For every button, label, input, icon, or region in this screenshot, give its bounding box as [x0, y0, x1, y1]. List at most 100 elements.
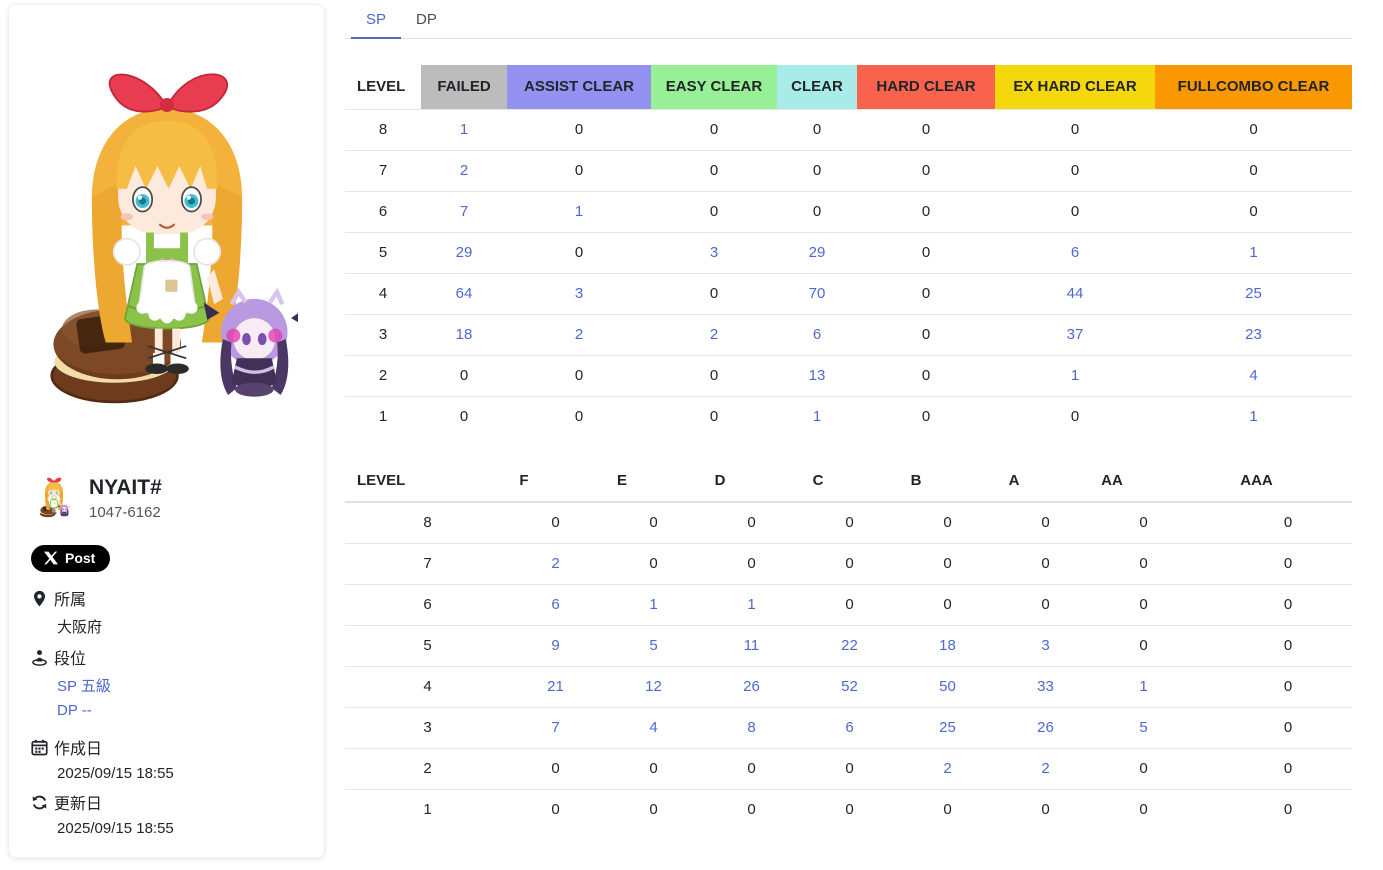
count-cell: 0 — [965, 543, 1063, 584]
count-cell[interactable]: 1 — [1063, 666, 1161, 707]
count-cell[interactable]: 1 — [671, 584, 769, 625]
count-cell[interactable]: 2 — [965, 748, 1063, 789]
count-cell: 0 — [1161, 502, 1352, 543]
count-cell[interactable]: 5 — [573, 625, 671, 666]
created-label-row: 作成日 — [31, 735, 308, 759]
count-cell: 0 — [1063, 584, 1161, 625]
count-cell[interactable]: 25 — [1155, 273, 1352, 314]
count-cell[interactable]: 33 — [965, 666, 1063, 707]
post-button-label: Post — [65, 550, 95, 566]
table-row-level-7: 720000000 — [345, 543, 1352, 584]
count-cell[interactable]: 4 — [573, 707, 671, 748]
count-cell[interactable]: 7 — [421, 191, 507, 232]
count-cell[interactable]: 9 — [475, 625, 573, 666]
count-cell[interactable]: 2 — [867, 748, 965, 789]
count-cell[interactable]: 21 — [475, 666, 573, 707]
column-header-f: F — [475, 460, 573, 502]
count-cell[interactable]: 2 — [421, 150, 507, 191]
level-cell: 1 — [345, 789, 475, 830]
count-cell[interactable]: 13 — [777, 355, 857, 396]
count-cell: 0 — [867, 543, 965, 584]
count-cell[interactable]: 26 — [671, 666, 769, 707]
count-cell[interactable]: 3 — [965, 625, 1063, 666]
count-cell[interactable]: 37 — [995, 314, 1155, 355]
level-cell: 8 — [345, 109, 421, 150]
count-cell: 0 — [1161, 748, 1352, 789]
count-cell[interactable]: 1 — [421, 109, 507, 150]
level-cell: 7 — [345, 543, 475, 584]
count-cell[interactable]: 70 — [777, 273, 857, 314]
count-cell[interactable]: 3 — [507, 273, 651, 314]
count-cell: 0 — [651, 109, 777, 150]
x-post-button[interactable]: Post — [31, 545, 110, 572]
count-cell: 0 — [867, 502, 965, 543]
count-cell[interactable]: 64 — [421, 273, 507, 314]
count-cell[interactable]: 1 — [507, 191, 651, 232]
level-cell: 7 — [345, 150, 421, 191]
count-cell[interactable]: 4 — [1155, 355, 1352, 396]
count-cell: 0 — [671, 748, 769, 789]
table-row-level-8: 81000000 — [345, 109, 1352, 150]
count-cell[interactable]: 11 — [671, 625, 769, 666]
count-cell[interactable]: 50 — [867, 666, 965, 707]
count-cell[interactable]: 6 — [769, 707, 867, 748]
count-cell[interactable]: 12 — [573, 666, 671, 707]
level-cell: 4 — [345, 273, 421, 314]
count-cell[interactable]: 6 — [777, 314, 857, 355]
affiliation-label: 所属 — [54, 586, 86, 610]
count-cell[interactable]: 26 — [965, 707, 1063, 748]
tab-sp[interactable]: SP — [351, 0, 401, 39]
count-cell[interactable]: 2 — [651, 314, 777, 355]
level-cell: 5 — [345, 625, 475, 666]
dan-rank-person-icon — [31, 649, 48, 666]
count-cell[interactable]: 1 — [995, 355, 1155, 396]
column-header-fullcombo-clear: FULLCOMBO CLEAR — [1155, 65, 1352, 109]
count-cell[interactable]: 18 — [867, 625, 965, 666]
count-cell[interactable]: 23 — [1155, 314, 1352, 355]
table-row-level-3: 31822603723 — [345, 314, 1352, 355]
column-header-c: C — [769, 460, 867, 502]
count-cell[interactable]: 44 — [995, 273, 1155, 314]
count-cell: 0 — [475, 789, 573, 830]
count-cell[interactable]: 29 — [421, 232, 507, 273]
count-cell[interactable]: 25 — [867, 707, 965, 748]
updated-value: 2025/09/15 18:55 — [31, 814, 308, 837]
count-cell[interactable]: 52 — [769, 666, 867, 707]
count-cell[interactable]: 7 — [475, 707, 573, 748]
column-header-e: E — [573, 460, 671, 502]
dan-dp-link[interactable]: DP -- — [31, 696, 308, 719]
count-cell[interactable]: 22 — [769, 625, 867, 666]
count-cell: 0 — [769, 789, 867, 830]
column-header-assist-clear: ASSIST CLEAR — [507, 65, 651, 109]
count-cell[interactable]: 18 — [421, 314, 507, 355]
count-cell: 0 — [769, 584, 867, 625]
count-cell[interactable]: 3 — [651, 232, 777, 273]
level-cell: 6 — [345, 191, 421, 232]
count-cell: 0 — [507, 150, 651, 191]
count-cell[interactable]: 1 — [777, 396, 857, 437]
count-cell[interactable]: 6 — [995, 232, 1155, 273]
count-cell[interactable]: 6 — [475, 584, 573, 625]
level-cell: 2 — [345, 748, 475, 789]
location-pin-icon — [31, 590, 48, 607]
count-cell[interactable]: 2 — [507, 314, 651, 355]
table-row-level-6: 67100000 — [345, 191, 1352, 232]
dan-sp-link[interactable]: SP 五級 — [31, 669, 308, 696]
profile-card: NYAIT# 1047-6162 Post 所属 大阪府 段位 SP 五級 — [8, 4, 325, 858]
count-cell[interactable]: 29 — [777, 232, 857, 273]
count-cell[interactable]: 8 — [671, 707, 769, 748]
count-cell[interactable]: 5 — [1063, 707, 1161, 748]
count-cell[interactable]: 1 — [1155, 396, 1352, 437]
count-cell: 0 — [421, 396, 507, 437]
updated-label-row: 更新日 — [31, 790, 308, 814]
count-cell[interactable]: 1 — [1155, 232, 1352, 273]
tab-dp[interactable]: DP — [401, 0, 452, 39]
column-header-b: B — [867, 460, 965, 502]
affiliation-value: 大阪府 — [31, 610, 308, 637]
table-row-level-2: 200013014 — [345, 355, 1352, 396]
count-cell[interactable]: 1 — [573, 584, 671, 625]
dan-label: 段位 — [54, 645, 86, 669]
count-cell[interactable]: 2 — [475, 543, 573, 584]
count-cell: 0 — [965, 789, 1063, 830]
column-header-clear: CLEAR — [777, 65, 857, 109]
